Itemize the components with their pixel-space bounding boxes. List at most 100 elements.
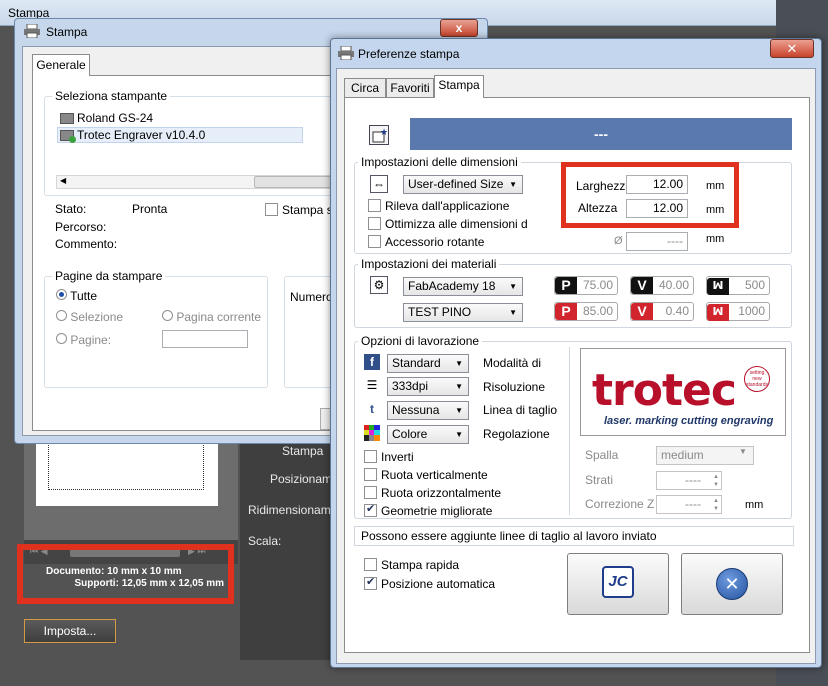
radio-pagina-corrente-label: Pagina corrente (176, 310, 262, 324)
checkbox-box[interactable] (368, 199, 381, 213)
radio-selezione[interactable]: Selezione (56, 310, 123, 324)
vertical-divider (569, 347, 570, 515)
printer-item-roland[interactable]: Roland GS-24 (60, 111, 153, 125)
printer-icon (338, 45, 354, 61)
speed-badge-2: V 0.40 (630, 302, 694, 321)
radio-button[interactable] (56, 289, 67, 300)
accessorio-checkbox[interactable]: Accessorio rotante (368, 234, 484, 249)
radio-button[interactable] (56, 310, 67, 321)
ruota-orizzontale-label: Ruota orizzontalmente (381, 485, 502, 500)
spalla-label: Spalla (585, 448, 619, 462)
printer-name: Trotec Engraver v10.4.0 (77, 128, 206, 142)
power-value-1: 75.00 (582, 278, 613, 292)
diameter-icon: Ø (614, 235, 623, 247)
printer-icon (60, 113, 74, 125)
material-combo-2[interactable]: TEST PINO (403, 303, 523, 322)
materials-section-label: Impostazioni dei materiali (358, 257, 500, 271)
info-message: Possono essere aggiunte linee di taglio … (354, 526, 794, 546)
imposta-button[interactable]: Imposta... (24, 619, 116, 643)
speed-icon: V (631, 303, 653, 320)
checkbox-box[interactable] (364, 502, 377, 518)
mode-label: Modalità di (483, 356, 542, 370)
pref-close-button[interactable]: ✕ (770, 39, 814, 58)
checkbox-box[interactable] (265, 203, 278, 217)
posizione-automatica-label: Posizione automatica (381, 576, 496, 591)
cut-line-combo[interactable]: Nessuna (387, 401, 469, 420)
geometrie-label: Geometrie migliorate (381, 503, 493, 518)
pref-dialog-title: Preferenze stampa (358, 47, 460, 61)
diameter-input[interactable]: ---- (626, 232, 688, 251)
checkbox-box[interactable] (364, 558, 377, 572)
tab-favoriti[interactable]: Favoriti (386, 78, 434, 98)
radio-pagina-corrente[interactable]: Pagina corrente (162, 310, 261, 324)
checkbox-box[interactable] (368, 217, 381, 231)
stampa-dialog-title: Stampa (46, 25, 88, 39)
ruota-orizzontale-checkbox[interactable]: Ruota orizzontalmente (364, 485, 501, 500)
label-ridimensionamento: Ridimensionam (248, 503, 331, 517)
size-combo[interactable]: User-defined Size (403, 175, 523, 194)
chevron-down-icon: ▼ (739, 447, 747, 456)
printer-scroll-thumb[interactable] (254, 176, 334, 188)
checkbox-box[interactable] (364, 575, 377, 591)
speed-icon: V (631, 277, 653, 294)
printer-item-trotec-content[interactable]: Trotec Engraver v10.4.0 (60, 128, 206, 144)
checkbox-box[interactable] (364, 486, 377, 500)
ottimizza-checkbox[interactable]: Ottimizza alle dimensioni del lav (368, 216, 528, 231)
rileva-checkbox[interactable]: Rileva dall'applicazione (368, 198, 509, 213)
stato-value: Pronta (132, 202, 168, 216)
highlight-box-document (17, 544, 234, 604)
ruota-verticale-checkbox[interactable]: Ruota verticalmente (364, 467, 488, 482)
correzione-spinner[interactable]: ---- (656, 495, 722, 514)
trotec-logo: trotec (592, 365, 737, 416)
ruota-verticale-label: Ruota verticalmente (381, 467, 488, 482)
highlight-box-dimensions (561, 162, 739, 228)
job-star-icon[interactable]: ★ (369, 125, 389, 145)
material-combo-1[interactable]: FabAcademy 18 (403, 277, 523, 296)
label-scala: Scala: (248, 534, 282, 548)
tab-generale[interactable]: Generale (32, 54, 90, 76)
mode-combo[interactable]: Standard (387, 354, 469, 373)
tab-circa[interactable]: Circa (344, 78, 386, 98)
job-options-section-label: Opzioni di lavorazione (358, 334, 483, 348)
stampa-rapida-label: Stampa rapida (381, 557, 460, 572)
radio-pagine[interactable]: Pagine: (56, 333, 111, 347)
radio-tutte[interactable]: Tutte (56, 289, 97, 303)
strati-label: Strati (585, 473, 614, 487)
accessorio-label: Accessorio rotante (385, 234, 485, 249)
commento-label: Commento: (55, 237, 118, 251)
mode-icon: f (364, 354, 380, 370)
tab-stampa[interactable]: Stampa (434, 75, 484, 98)
posizione-automatica-checkbox[interactable]: Posizione automatica (364, 575, 496, 591)
speed-value-2: 0.40 (665, 304, 689, 318)
inverti-checkbox[interactable]: Inverti (364, 449, 414, 464)
strati-spinner[interactable]: ---- (656, 471, 722, 490)
power-icon: P (555, 303, 577, 320)
printer-default-icon (60, 130, 76, 144)
label-stampa-partial: Stampa (282, 444, 324, 458)
pages-range-input[interactable] (162, 330, 248, 348)
radio-pagine-label: Pagine: (70, 333, 112, 347)
geometrie-checkbox[interactable]: Geometrie migliorate (364, 502, 493, 518)
svg-text:★: ★ (380, 127, 388, 137)
resolution-combo[interactable]: 333dpi (387, 377, 469, 396)
correzione-label: Correzione Z (585, 497, 655, 511)
radio-button[interactable] (162, 310, 173, 321)
scroll-left-icon[interactable]: ◀ (60, 176, 66, 185)
stampa-close-button[interactable]: x (440, 19, 478, 37)
adjustment-label: Regolazione (483, 427, 550, 441)
job-title-bar[interactable]: --- (410, 118, 792, 150)
checkbox-box[interactable] (368, 235, 381, 249)
checkbox-box[interactable] (364, 450, 377, 464)
power-badge-2: P 85.00 (554, 302, 618, 321)
stampa-rapida-checkbox[interactable]: Stampa rapida (364, 557, 459, 572)
checkbox-box[interactable] (364, 468, 377, 482)
printer-icon (24, 23, 40, 39)
adjustment-combo[interactable]: Colore (387, 425, 469, 444)
power-badge-1: P 75.00 (554, 276, 618, 295)
numero-label: Numero (290, 290, 333, 304)
speed-badge-1: V 40.00 (630, 276, 694, 295)
power-value-2: 85.00 (582, 304, 613, 318)
radio-button[interactable] (56, 333, 67, 344)
power-icon: P (555, 277, 577, 294)
stampa-su-checkbox[interactable]: Stampa su (265, 202, 339, 217)
